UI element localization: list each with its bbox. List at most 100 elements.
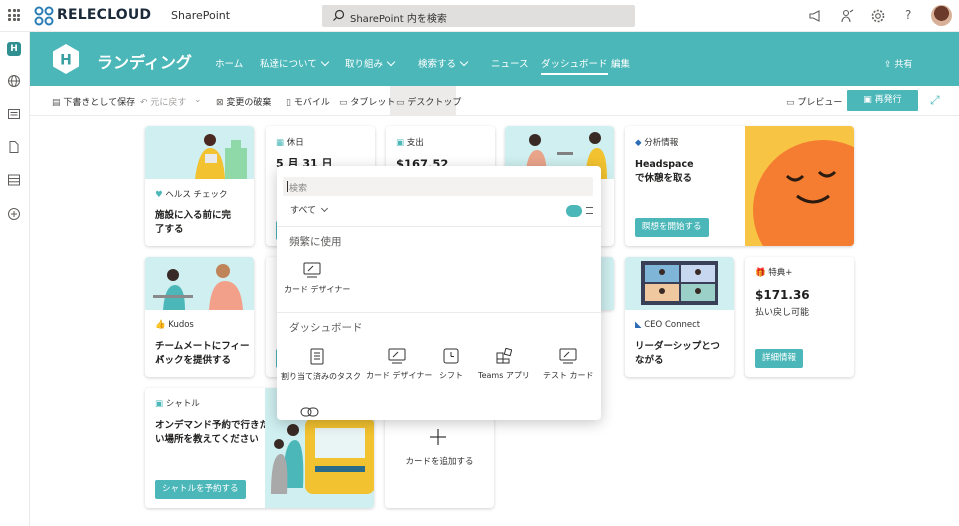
list-view-icon[interactable]	[586, 207, 593, 214]
expand-icon[interactable]: ⤢	[930, 93, 940, 108]
card-designer-icon	[388, 348, 406, 364]
nav-item-about[interactable]: 私達について	[260, 56, 329, 70]
start-meditation-button[interactable]: 瞑想を開始する	[635, 218, 709, 237]
svg-text:H: H	[60, 53, 72, 69]
desktop-icon: ▭	[396, 98, 408, 108]
desktop-view-button[interactable]: ▭ デスクトップ	[396, 95, 461, 108]
card-kudos[interactable]: 👍 Kudos チームメートにフィード バックを提供する	[145, 257, 254, 377]
nav-item-search[interactable]: 検索する	[418, 56, 469, 70]
chevron-down-icon	[320, 204, 329, 213]
site-home-icon[interactable]: H	[7, 42, 21, 56]
learn-more-button[interactable]: 詳細情報	[755, 349, 804, 368]
nav-item-news[interactable]: ニュース	[491, 56, 529, 70]
gear-icon[interactable]	[870, 8, 886, 24]
add-card-label: カードを追加する	[405, 457, 474, 467]
card-value: $171.36	[755, 288, 810, 302]
save-draft-button[interactable]: ▤ 下書きとして保存	[52, 95, 135, 108]
mobile-icon: ▯	[286, 98, 294, 108]
app-launcher-icon[interactable]	[8, 9, 20, 21]
add-circle-icon[interactable]	[7, 207, 21, 221]
grid-view-icon[interactable]	[566, 205, 582, 217]
assigned-tasks-icon	[310, 348, 324, 365]
divider	[277, 312, 601, 313]
relecloud-logo-icon	[34, 6, 54, 26]
republish-icon: ▣	[863, 95, 875, 105]
teams-apps-icon	[496, 348, 512, 364]
card-title-line2: 了する	[155, 224, 184, 235]
feedback-icon[interactable]	[839, 8, 855, 24]
share-icon: ⇪	[884, 60, 895, 70]
picker-item-card-designer[interactable]: カード デザイナー	[284, 262, 350, 295]
mobile-view-button[interactable]: ▯ モバイル	[286, 95, 330, 108]
file-icon[interactable]	[7, 140, 21, 154]
thumbs-up-icon: 👍	[155, 320, 169, 330]
picker-filter-dropdown[interactable]: すべて	[290, 203, 329, 216]
card-title-line2: バックを提供する	[155, 355, 232, 366]
calendar-icon: ▦	[276, 138, 287, 148]
picker-item-shifts[interactable]: シフト	[437, 348, 465, 381]
site-logo-icon[interactable]: H	[52, 43, 80, 75]
plus-icon	[430, 429, 446, 445]
card-label: 休日	[286, 138, 304, 148]
chevron-down-icon	[459, 57, 469, 67]
chevron-down-icon	[320, 57, 329, 67]
card-label: 支出	[406, 138, 424, 148]
picker-item-teams-apps[interactable]: Teams アプリ	[477, 348, 531, 381]
gift-icon: 🎁	[755, 268, 769, 278]
card-perks[interactable]: 🎁 特典+ $171.36 払い戻し可能 詳細情報	[745, 257, 854, 377]
health-illustration	[145, 126, 254, 179]
news-icon[interactable]	[7, 107, 21, 121]
nav-item-initiatives[interactable]: 取り組み	[345, 56, 396, 70]
discard-changes-button[interactable]: ⊠ 変更の破棄	[216, 95, 271, 108]
lists-icon[interactable]	[7, 173, 21, 187]
dashboard-heading: ダッシュボード	[289, 322, 363, 334]
save-icon: ▤	[52, 98, 64, 108]
picker-search-input[interactable]: 検索	[283, 177, 593, 196]
megaphone-icon[interactable]	[808, 8, 824, 24]
card-label: Kudos	[168, 320, 194, 330]
nav-item-edit[interactable]: 編集	[611, 56, 630, 70]
link-icon[interactable]	[300, 406, 320, 418]
discard-icon: ⊠	[216, 98, 227, 108]
card-title-line2: で休憩を取る	[635, 173, 693, 184]
picker-item-card-designer-2[interactable]: カード デザイナー	[366, 348, 432, 381]
product-name[interactable]: SharePoint	[171, 9, 230, 22]
undo-icon: ↶	[140, 98, 151, 108]
frequent-heading: 頻繁に使用	[289, 236, 342, 248]
card-label: 特典+	[768, 268, 793, 278]
nav-item-dashboard[interactable]: ダッシュボード	[541, 56, 608, 75]
app-bar: H	[0, 32, 30, 526]
preview-button[interactable]: ▭ プレビュー	[786, 95, 842, 108]
brand-name: RELECLOUD	[57, 7, 152, 23]
card-label: シャトル	[165, 399, 200, 409]
card-subtext: 払い戻し可能	[755, 308, 810, 318]
card-ceo-connect[interactable]: ◣ CEO Connect リーダーシップとつ ながる	[625, 257, 734, 377]
global-search-placeholder: SharePoint 内を検索	[350, 14, 447, 25]
card-title-line1: リーダーシップとつ	[635, 341, 720, 352]
card-title-line2: い場所を教えてください	[155, 434, 259, 445]
chevron-down-icon	[386, 57, 396, 67]
undo-button[interactable]: ↶ 元に戻す	[140, 95, 186, 108]
undo-dropdown-chevron-icon[interactable]: ⌄	[194, 95, 202, 105]
card-analytics[interactable]: ◆ 分析情報 Headspace で休憩を取る 瞑想を開始する	[625, 126, 854, 246]
republish-button[interactable]: ▣ 再発行	[847, 90, 918, 111]
ceo-connect-illustration	[625, 257, 734, 310]
divider	[277, 226, 601, 227]
card-designer-icon	[303, 262, 321, 278]
book-shuttle-button[interactable]: シャトルを予約する	[155, 480, 246, 499]
globe-icon[interactable]	[7, 74, 21, 88]
tablet-view-button[interactable]: ▭ タブレット	[339, 95, 395, 108]
card-label: ヘルス チェック	[165, 190, 228, 200]
share-button[interactable]: ⇪ 共有	[884, 57, 912, 70]
heart-icon: ♥	[155, 190, 166, 200]
test-card-icon	[559, 348, 577, 364]
picker-item-assigned-tasks[interactable]: 割り当て済みのタスク	[281, 348, 361, 382]
avatar[interactable]	[931, 5, 952, 26]
card-title-line1: Headspace	[635, 159, 694, 170]
global-search-box[interactable]: SharePoint 内を検索	[322, 5, 635, 27]
site-title[interactable]: ランディング	[97, 49, 192, 73]
nav-item-home[interactable]: ホーム	[215, 56, 243, 70]
picker-item-test-card[interactable]: テスト カード	[543, 348, 594, 381]
help-icon[interactable]: ?	[905, 8, 911, 22]
card-health-check[interactable]: ♥ ヘルス チェック 施設に入る前に完 了する	[145, 126, 254, 246]
